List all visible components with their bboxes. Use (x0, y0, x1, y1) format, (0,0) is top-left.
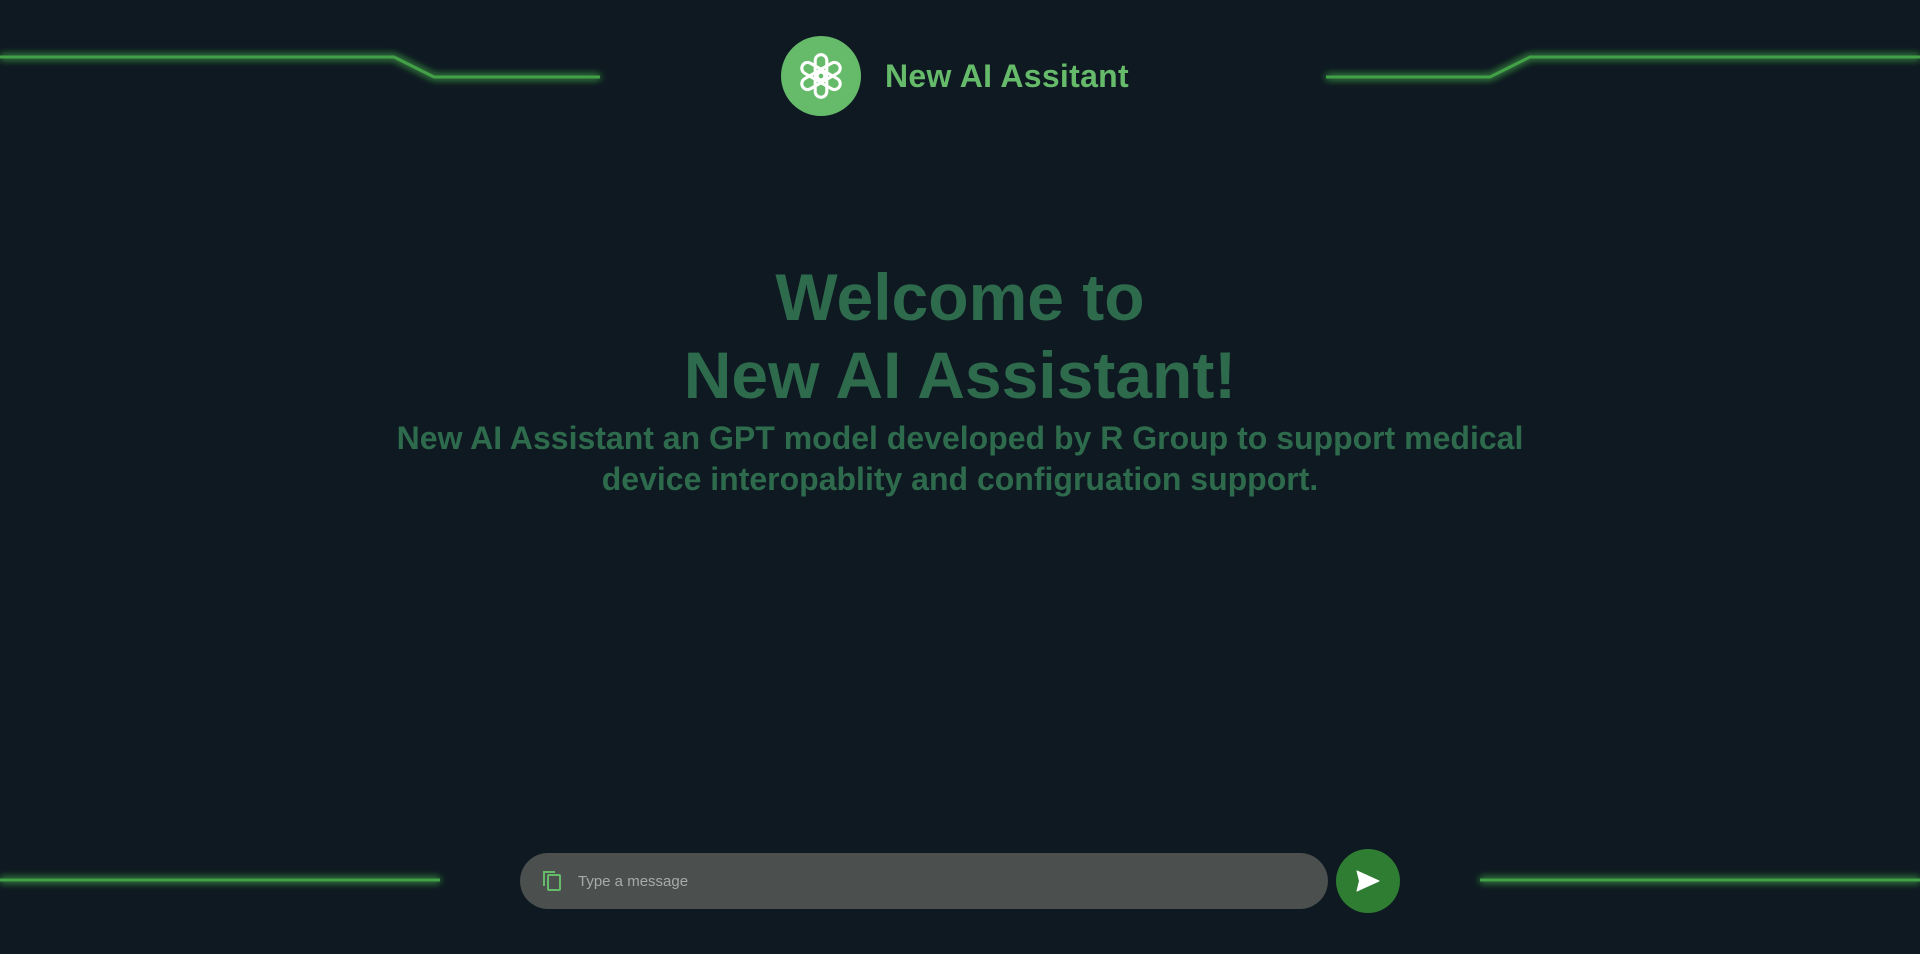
welcome-heading: Welcome to New AI Assistant! (0, 258, 1920, 414)
send-button[interactable] (1336, 849, 1400, 913)
app-title: New AI Assitant (885, 57, 1129, 94)
welcome-heading-line1: Welcome to (775, 260, 1145, 334)
welcome-section: Welcome to New AI Assistant! New AI Assi… (0, 258, 1920, 500)
app-header: New AI Assitant (0, 36, 1920, 116)
message-input[interactable] (578, 861, 1308, 901)
page: New AI Assitant Welcome to New AI Assist… (0, 0, 1920, 954)
openai-logo-icon (781, 36, 862, 116)
welcome-description: New AI Assistant an GPT model developed … (396, 420, 1524, 497)
copy-icon[interactable] (538, 867, 566, 895)
message-composer (520, 853, 1328, 909)
send-icon (1356, 870, 1380, 892)
welcome-heading-line2: New AI Assistant! (683, 338, 1237, 412)
